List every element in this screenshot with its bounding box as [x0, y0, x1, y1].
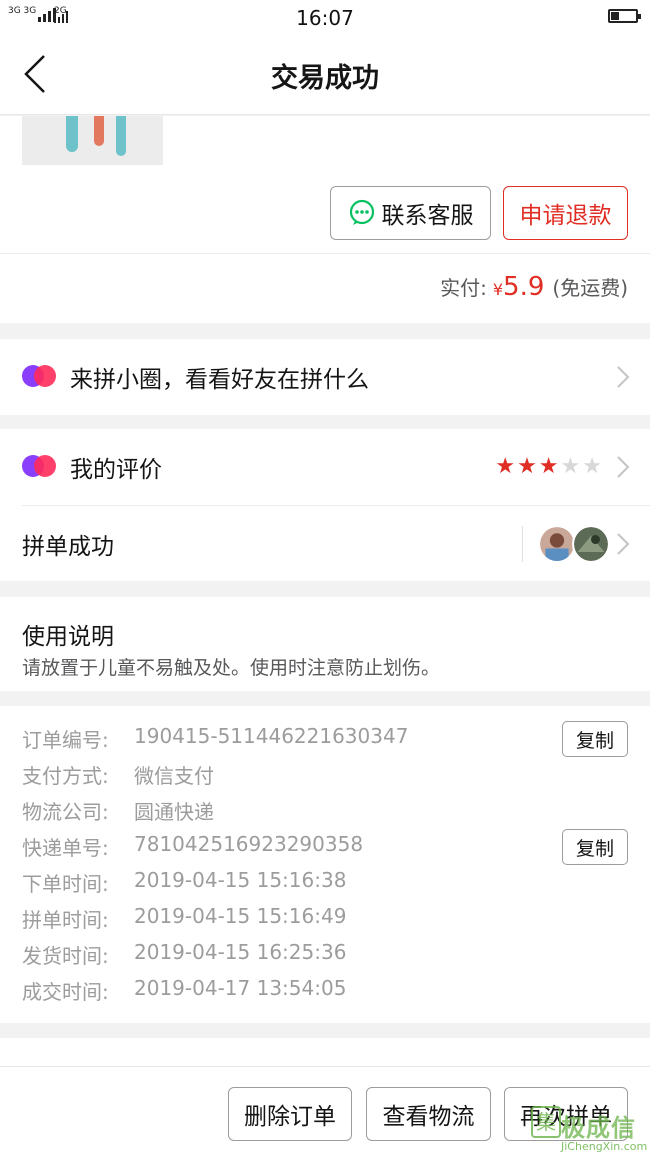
- copy-tracking-number-button[interactable]: 复制: [562, 829, 628, 865]
- review-icon: [22, 455, 56, 479]
- order-info-row: 拼单时间: 2019-04-15 15:16:49: [22, 904, 347, 932]
- group-success-row[interactable]: 拼单成功: [0, 506, 650, 581]
- clock: 16:07: [296, 6, 354, 30]
- my-review-label: 我的评价: [70, 457, 162, 483]
- product-thumbnail[interactable]: [22, 116, 163, 165]
- watermark-name: 极成信: [561, 1114, 636, 1142]
- delete-order-button[interactable]: 删除订单: [228, 1087, 352, 1141]
- star-icon: ★: [538, 454, 559, 479]
- order-info-card: 订单编号: 190415-511446221630347 复制 支付方式: 微信支付…: [0, 706, 650, 1023]
- group-avatars: [538, 524, 610, 563]
- shipping-note: (免运费): [552, 276, 628, 300]
- avatar: [538, 524, 576, 563]
- pinduoduo-circle-icon: [22, 365, 56, 389]
- group-success-label: 拼单成功: [22, 533, 114, 560]
- order-info-row: 下单时间: 2019-04-15 15:16:38: [22, 868, 347, 896]
- page-title: 交易成功: [271, 63, 379, 94]
- paid-value: 5.9: [503, 272, 545, 302]
- order-number: 190415-511446221630347: [134, 724, 409, 748]
- star-icon: ★: [495, 454, 516, 479]
- paid-label: 实付:: [440, 276, 487, 300]
- request-refund-button[interactable]: 申请退款: [503, 186, 628, 240]
- contact-service-label: 联系客服: [381, 203, 474, 229]
- chat-bubble-icon: [349, 199, 374, 225]
- order-info-row: 支付方式: 微信支付: [22, 764, 214, 788]
- friend-circle-label: 来拼小圈，看看好友在拼什么: [70, 367, 369, 393]
- my-review-row[interactable]: 我的评价 ★ ★ ★ ★ ★: [0, 429, 650, 505]
- avatar: [572, 524, 610, 563]
- chevron-right-icon: [617, 366, 630, 388]
- chevron-right-icon: [617, 532, 630, 555]
- site-watermark: 集 极成信 JiChengXin.com: [531, 1102, 648, 1155]
- rating-stars: ★ ★ ★ ★ ★: [495, 456, 602, 478]
- order-info-row: 成交时间: 2019-04-17 13:54:05: [22, 976, 347, 1004]
- contact-service-button[interactable]: 联系客服: [330, 186, 491, 240]
- friend-circle-row[interactable]: 来拼小圈，看看好友在拼什么: [0, 339, 650, 415]
- usage-text: 请放置于儿童不易触及处。使用时注意防止划伤。: [22, 657, 441, 679]
- review-card: 我的评价 ★ ★ ★ ★ ★ 拼单成功: [0, 429, 650, 581]
- copy-order-number-button[interactable]: 复制: [562, 721, 628, 757]
- order-info-row: 快递单号: 781042516923290358: [22, 832, 364, 860]
- star-icon: ★: [560, 454, 581, 479]
- star-icon: ★: [517, 454, 537, 479]
- usage-instructions: 使用说明 请放置于儿童不易触及处。使用时注意防止划伤。: [0, 597, 650, 691]
- order-info-row: 物流公司: 圆通快递: [22, 800, 214, 824]
- order-info-row: 发货时间: 2019-04-15 16:25:36: [22, 940, 347, 968]
- chevron-right-icon: [617, 456, 630, 478]
- divider: [0, 253, 650, 254]
- star-icon: ★: [582, 454, 602, 479]
- status-bar: 3G 3G 2G 16:07: [0, 0, 650, 36]
- watermark-url: JiChengXin.com: [561, 1140, 648, 1153]
- watermark-logo-icon: 集: [531, 1106, 561, 1138]
- recommendation-strip: [0, 1038, 650, 1066]
- tracking-number: 781042516923290358: [134, 832, 364, 856]
- battery-icon: [608, 9, 641, 23]
- usage-title: 使用说明: [22, 624, 114, 650]
- currency-symbol: ¥: [492, 280, 504, 299]
- paid-amount: 实付: ¥ 5.9 (免运费): [440, 272, 628, 302]
- view-logistics-button[interactable]: 查看物流: [366, 1087, 491, 1141]
- order-detail-content[interactable]: 联系客服 申请退款 实付: ¥ 5.9 (免运费) 来拼小圈，看看好友在拼什么 …: [0, 116, 650, 1066]
- divider: [522, 525, 523, 562]
- product-card: 联系客服 申请退款 实付: ¥ 5.9 (免运费): [0, 116, 650, 323]
- order-info-row: 订单编号: 190415-511446221630347: [22, 724, 409, 752]
- nav-bar: 交易成功: [0, 36, 650, 115]
